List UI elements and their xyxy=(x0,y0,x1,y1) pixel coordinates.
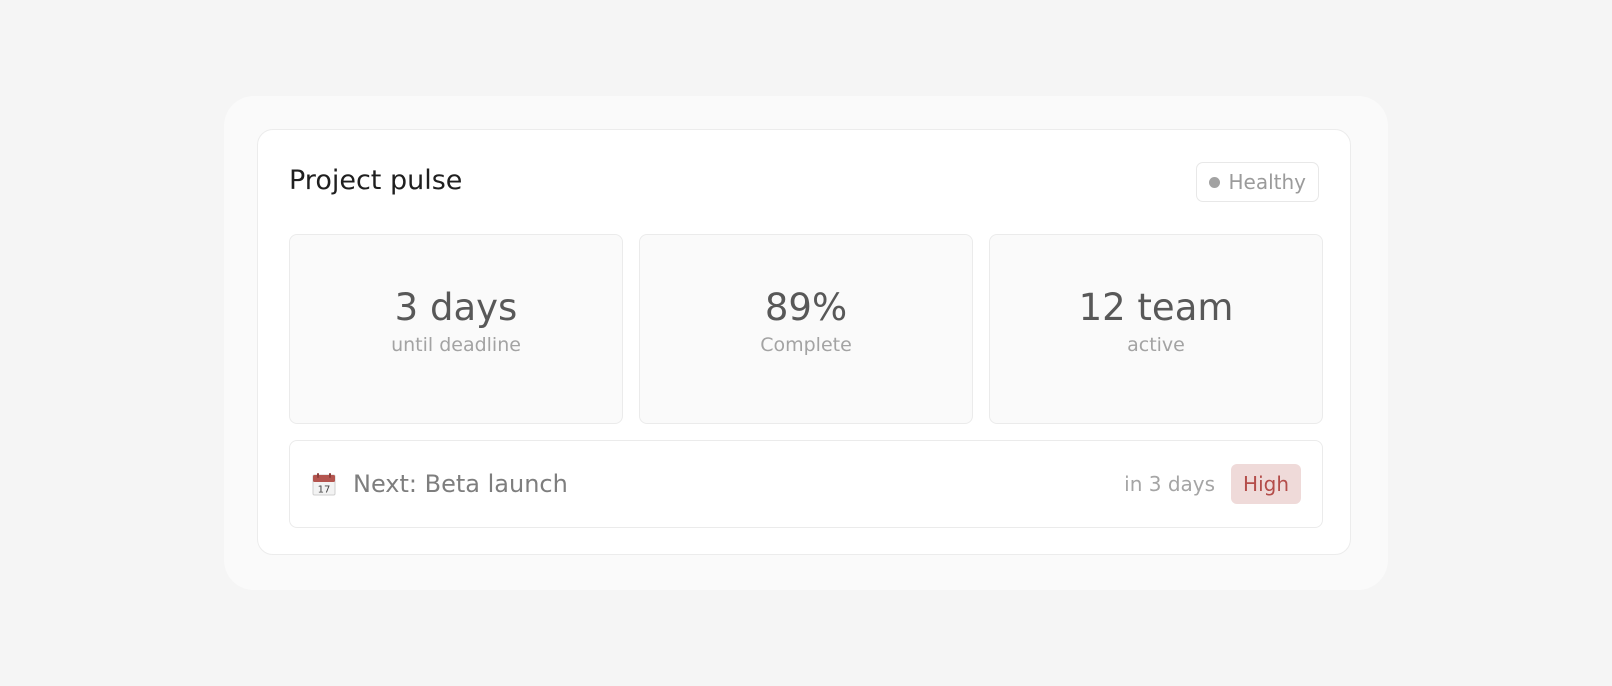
stat-tile-deadline: 3 days until deadline xyxy=(289,234,623,424)
card-title: Project pulse xyxy=(289,165,463,196)
stats-row: 3 days until deadline 89% Complete 12 te… xyxy=(289,234,1323,424)
priority-badge: High xyxy=(1231,464,1301,504)
stat-value: 3 days xyxy=(394,286,518,329)
status-label: Healthy xyxy=(1228,170,1306,194)
stat-label: Complete xyxy=(760,334,852,356)
due-text: in 3 days xyxy=(1124,472,1216,496)
status-badge: Healthy xyxy=(1196,162,1319,202)
stat-tile-complete: 89% Complete xyxy=(639,234,973,424)
status-dot-icon xyxy=(1209,176,1221,188)
stat-value: 12 team xyxy=(1078,286,1234,329)
stat-tile-team: 12 team active xyxy=(989,234,1323,424)
calendar-day: 17 xyxy=(318,485,331,496)
stat-label: until deadline xyxy=(391,334,521,356)
calendar-icon: 17 xyxy=(312,472,336,496)
widget-container: Project pulse Healthy 3 days until deadl… xyxy=(224,96,1388,590)
next-milestone-row[interactable]: 17 Next: Beta launch in 3 days High xyxy=(289,440,1323,528)
project-pulse-card: Project pulse Healthy 3 days until deadl… xyxy=(257,129,1351,555)
stat-value: 89% xyxy=(764,286,848,329)
next-milestone-label: Next: Beta launch xyxy=(353,470,568,498)
stat-label: active xyxy=(1127,334,1185,356)
